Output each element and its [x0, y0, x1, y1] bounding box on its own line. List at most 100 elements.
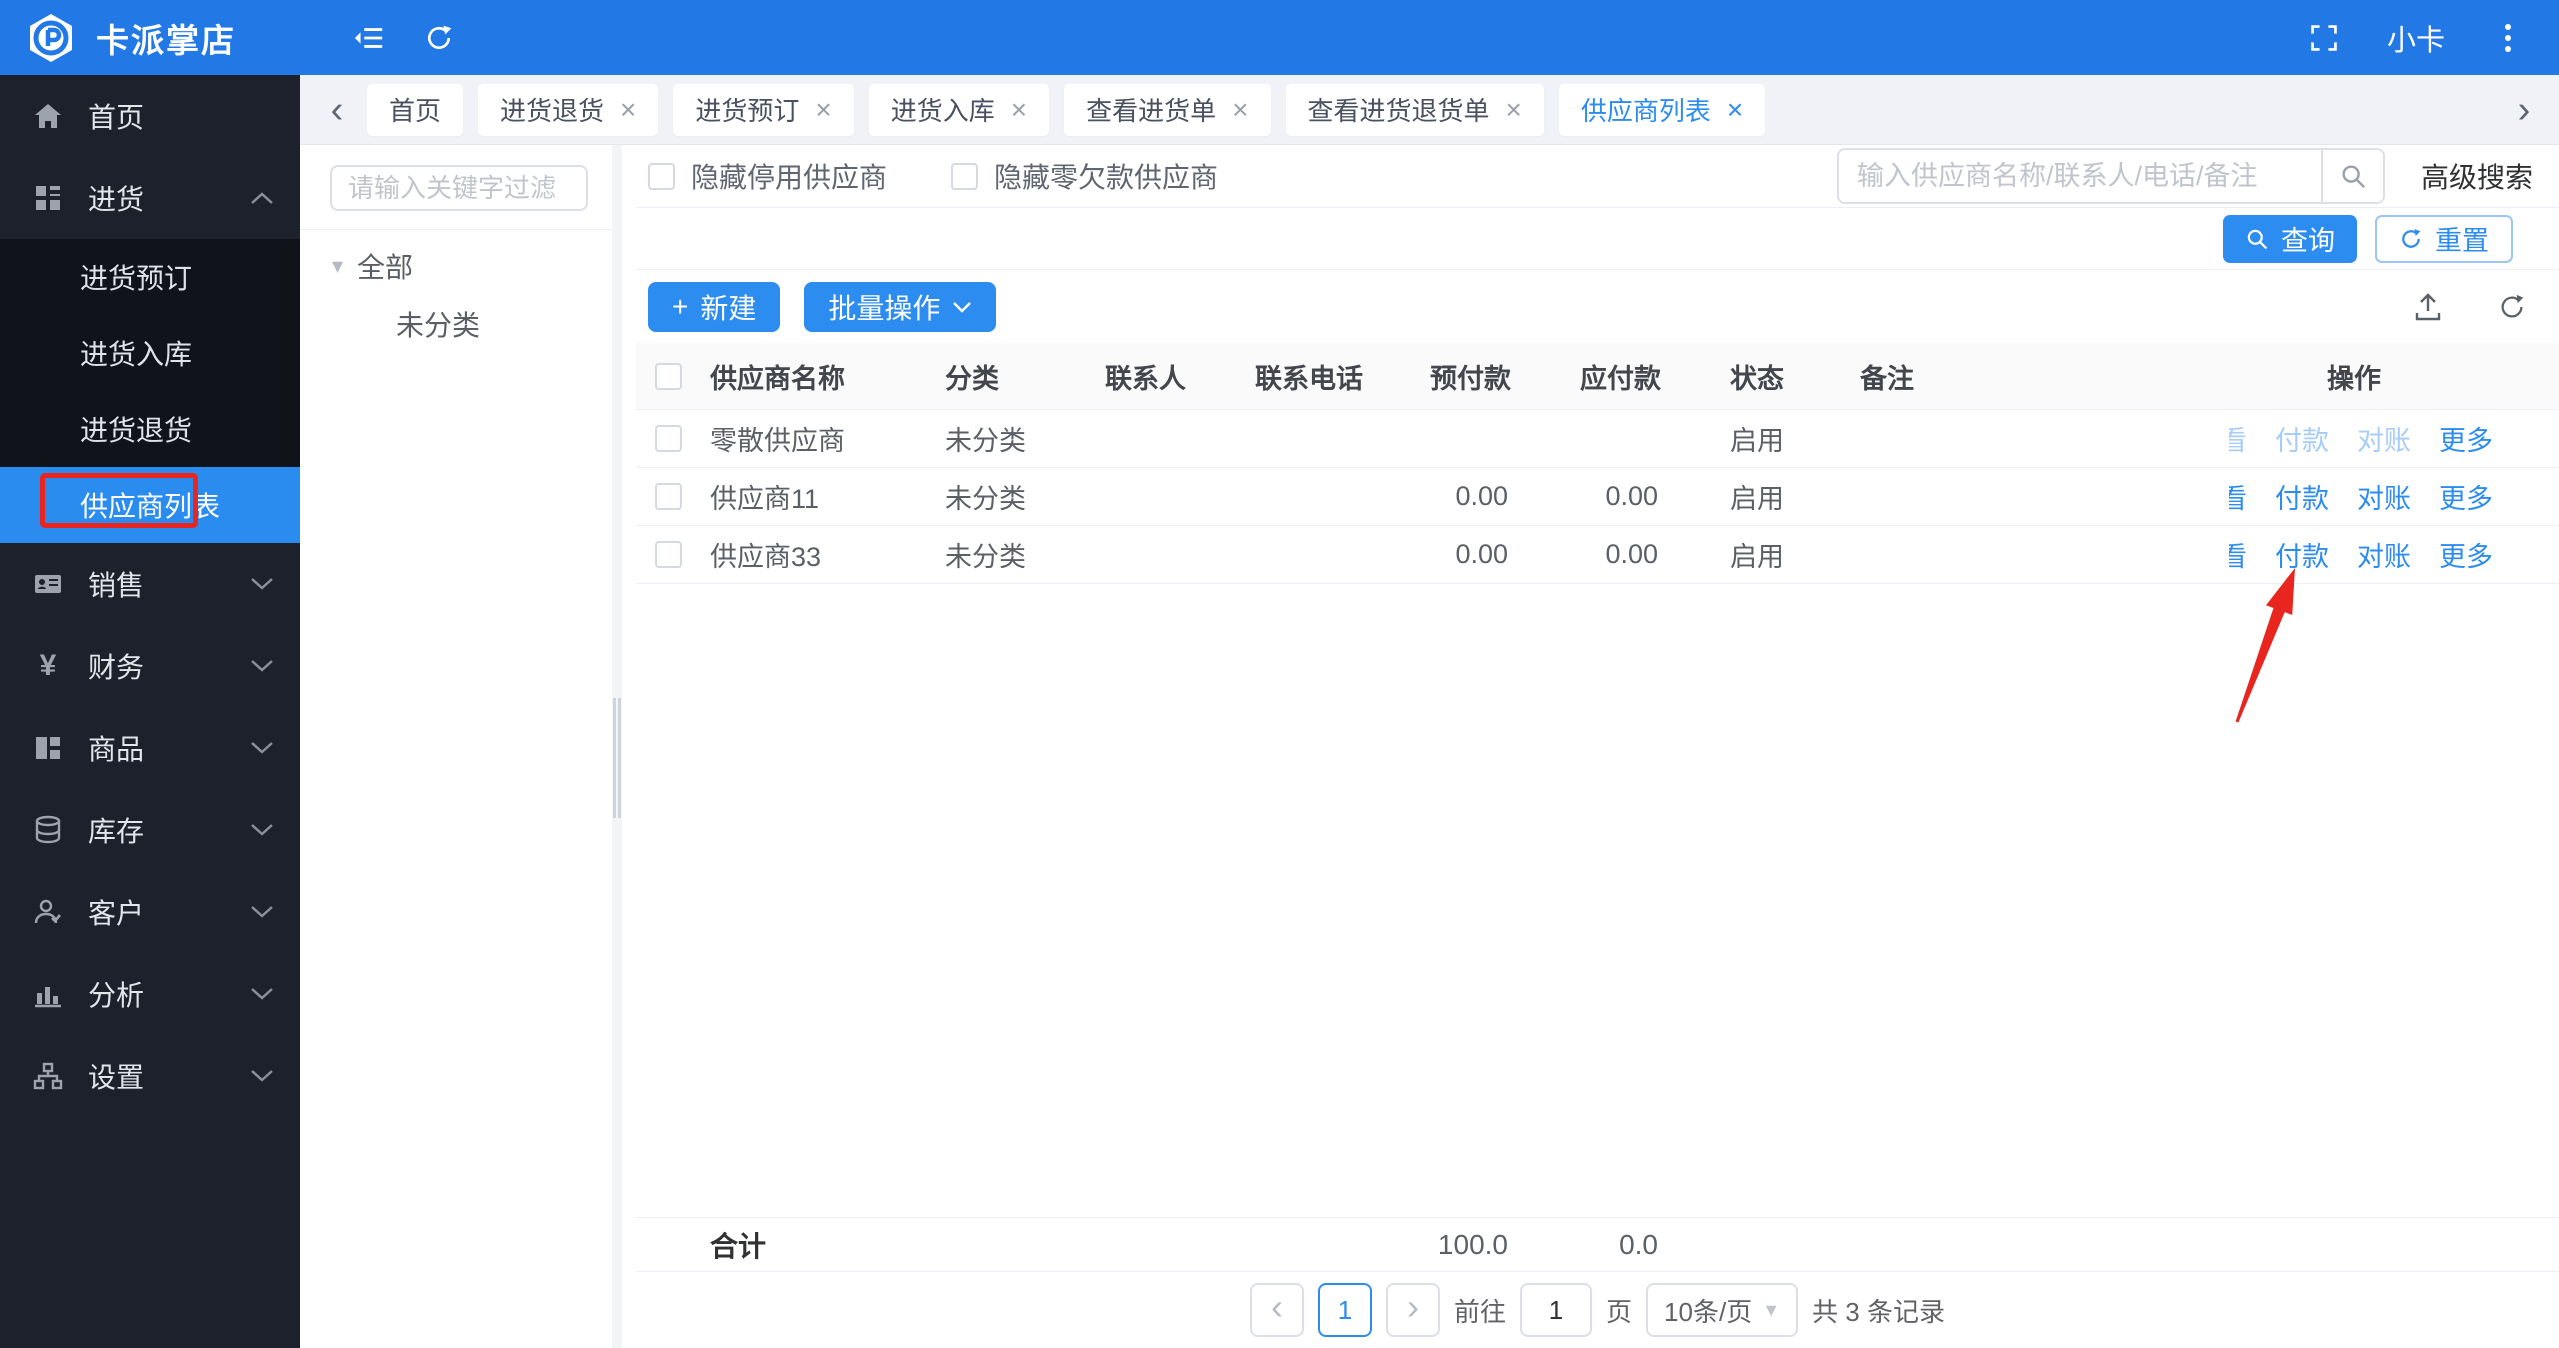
action-reconcile-link[interactable]: 对账: [2357, 535, 2411, 574]
prev-page-button[interactable]: ‹: [1250, 1283, 1305, 1337]
tree-filter-input[interactable]: [330, 165, 588, 211]
topbar: 卡派掌店 小卡: [0, 0, 2559, 75]
collapse-sidebar-icon[interactable]: [352, 21, 386, 55]
batch-operation-button[interactable]: 批量操作: [804, 281, 997, 332]
col-phone: 联系电话: [1255, 363, 1363, 394]
page-size-select[interactable]: 10条/页 ▼: [1646, 1283, 1799, 1337]
row-checkbox[interactable]: [654, 541, 682, 568]
search-icon: [2247, 229, 2268, 249]
chevron-down-icon: [250, 577, 274, 591]
sidebar-item-finance[interactable]: ¥ 财务: [0, 625, 300, 707]
close-icon[interactable]: ×: [1506, 95, 1522, 124]
action-view-link[interactable]: 查看: [2229, 535, 2247, 574]
query-button[interactable]: 查询: [2223, 214, 2357, 263]
row-checkbox[interactable]: [654, 425, 682, 452]
sidebar-item-purchase-preorder[interactable]: 进货预订: [0, 239, 300, 315]
close-icon[interactable]: ×: [1011, 95, 1027, 124]
tree-caret-icon[interactable]: ▾: [332, 253, 343, 279]
panel-splitter[interactable]: [612, 145, 622, 1348]
action-pay-link[interactable]: 付款: [2275, 535, 2329, 574]
table-header: 供应商名称 分类 联系人 联系电话 预付款 应付款 状态 备注 操作: [636, 343, 2559, 410]
action-pay-link[interactable]: 付款: [2275, 419, 2329, 458]
refresh-page-icon[interactable]: [422, 21, 456, 55]
chevron-down-icon: [250, 905, 274, 919]
next-page-button[interactable]: ›: [1386, 1283, 1441, 1337]
sidebar-item-purchase[interactable]: 进货: [0, 157, 300, 239]
action-more-link[interactable]: 更多: [2439, 419, 2493, 458]
sidebar-item-label: 商品: [88, 734, 145, 765]
supplier-search: [1836, 148, 2385, 204]
close-icon[interactable]: ×: [620, 95, 636, 124]
tabbar: ‹ 首页 进货退货 × 进货预订 × 进货入库 × 查看进货单 × 查看进货退货单 × 供…: [300, 75, 2559, 145]
goto-page-input[interactable]: [1520, 1283, 1593, 1337]
action-view-link[interactable]: 查看: [2229, 477, 2247, 516]
table-row: 供应商33 未分类 0.00 0.00 启用 查看 付款 对账 更多: [636, 526, 2559, 584]
cell-category: 未分类: [945, 542, 1026, 572]
sidebar-item-analysis[interactable]: 分析: [0, 953, 300, 1035]
table-row: 零散供应商 未分类 启用 查看 付款 对账 更多: [636, 410, 2559, 468]
close-icon[interactable]: ×: [1232, 95, 1248, 124]
tabs-scroll-right-icon[interactable]: ›: [2509, 91, 2539, 129]
sidebar-item-goods[interactable]: 商品: [0, 707, 300, 789]
summary-label: 合计: [710, 1230, 767, 1262]
tab-home[interactable]: 首页: [367, 83, 464, 136]
user-name[interactable]: 小卡: [2387, 17, 2445, 59]
sidebar-item-sales[interactable]: 销售: [0, 543, 300, 625]
more-menu-icon[interactable]: [2491, 21, 2525, 55]
tab-view-purchase-order[interactable]: 查看进货单 ×: [1064, 83, 1271, 136]
new-supplier-button[interactable]: + 新建: [648, 281, 781, 332]
sidebar-item-settings[interactable]: 设置: [0, 1035, 300, 1117]
table-row: 供应商11 未分类 0.00 0.00 启用 查看 付款 对账 更多: [636, 468, 2559, 526]
total-records-label: 共 3 条记录: [1812, 1296, 1945, 1327]
tabs-scroll-left-icon[interactable]: ‹: [322, 91, 352, 129]
sidebar-item-label: 销售: [88, 570, 145, 601]
tab-purchase-return[interactable]: 进货退货 ×: [478, 83, 659, 136]
hide-zero-balance-checkbox[interactable]: 隐藏零欠款供应商: [951, 156, 1218, 196]
hide-disabled-checkbox[interactable]: 隐藏停用供应商: [648, 156, 887, 196]
tab-view-purchase-return-order[interactable]: 查看进货退货单 ×: [1285, 83, 1544, 136]
cell-status: 启用: [1730, 484, 1784, 514]
action-pay-link[interactable]: 付款: [2275, 477, 2329, 516]
tab-purchase-inbound[interactable]: 进货入库 ×: [868, 83, 1050, 136]
sidebar-item-home[interactable]: 首页: [0, 75, 300, 157]
export-icon[interactable]: [2411, 290, 2445, 324]
close-icon[interactable]: ×: [815, 95, 831, 124]
search-input[interactable]: [1838, 150, 2321, 202]
chevron-down-icon: [250, 987, 274, 1001]
sidebar-item-purchase-return[interactable]: 进货退货: [0, 391, 300, 467]
refresh-icon: [2402, 228, 2421, 248]
action-reconcile-link[interactable]: 对账: [2357, 477, 2411, 516]
action-more-link[interactable]: 更多: [2439, 535, 2493, 574]
chevron-down-icon: [250, 823, 274, 837]
checkbox-icon[interactable]: [951, 162, 979, 190]
page-number-button[interactable]: 1: [1318, 1283, 1373, 1337]
select-all-checkbox[interactable]: [654, 362, 682, 390]
checkbox-icon[interactable]: [648, 162, 675, 190]
close-icon[interactable]: ×: [1727, 95, 1743, 124]
home-icon: [30, 98, 66, 134]
col-remark: 备注: [1860, 363, 1914, 394]
summary-prepaid-total: 100.0: [1437, 1228, 1508, 1260]
goto-label: 前往: [1454, 1296, 1507, 1327]
action-reconcile-link[interactable]: 对账: [2357, 419, 2411, 458]
sidebar-item-customers[interactable]: 客户: [0, 871, 300, 953]
cell-payable: 0.00: [1605, 539, 1658, 569]
action-view-link[interactable]: 查看: [2229, 419, 2247, 458]
action-more-link[interactable]: 更多: [2439, 477, 2493, 516]
tab-supplier-list[interactable]: 供应商列表 ×: [1558, 83, 1766, 136]
advanced-search-link[interactable]: 高级搜索: [2421, 156, 2533, 196]
tab-purchase-preorder[interactable]: 进货预订 ×: [673, 83, 854, 136]
fullscreen-icon[interactable]: [2307, 21, 2341, 55]
tree-node-uncategorized[interactable]: 未分类: [330, 286, 588, 344]
sidebar-item-purchase-inbound[interactable]: 进货入库: [0, 315, 300, 391]
reset-button[interactable]: 重置: [2375, 214, 2513, 263]
cell-prepaid: 0.00: [1455, 539, 1508, 569]
search-button[interactable]: [2320, 150, 2383, 202]
splitter-handle-icon[interactable]: [613, 698, 621, 819]
sidebar-item-inventory[interactable]: 库存: [0, 789, 300, 871]
refresh-table-icon[interactable]: [2495, 290, 2529, 324]
row-checkbox[interactable]: [654, 483, 682, 510]
sidebar-item-supplier-list[interactable]: 供应商列表: [0, 467, 300, 543]
tree-node-all[interactable]: ▾ 全部: [330, 230, 588, 286]
chevron-down-icon: [953, 301, 972, 313]
